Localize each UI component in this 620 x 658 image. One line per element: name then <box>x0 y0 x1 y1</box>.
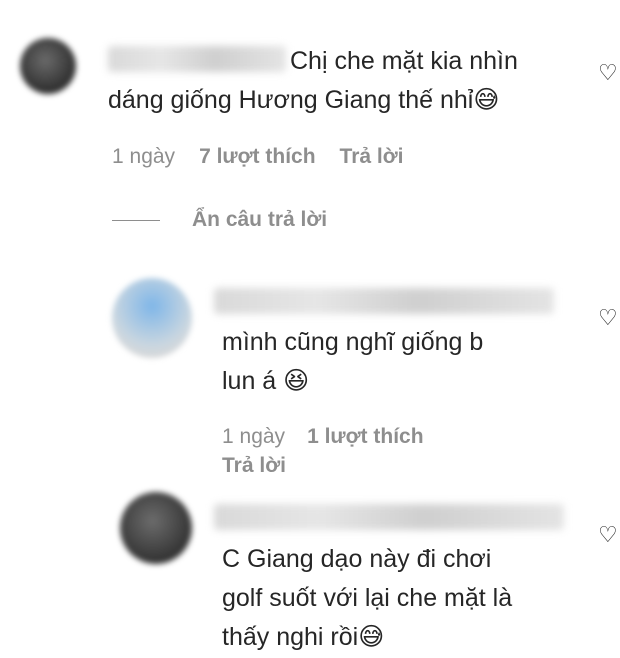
username-blurred[interactable] <box>214 504 564 530</box>
username-blurred[interactable] <box>214 288 554 314</box>
heart-outline-icon[interactable]: ♡ <box>598 522 618 548</box>
comment-text: mình cũng nghĩ giống b lun á 😆 <box>222 328 484 395</box>
hide-replies-toggle[interactable]: Ẩn câu trả lời <box>112 208 327 232</box>
heart-outline-icon[interactable]: ♡ <box>598 60 618 86</box>
comment-text: C Giang dạo này đi chơi golf suốt với lạ… <box>222 545 513 651</box>
avatar[interactable] <box>120 492 192 564</box>
comment-time: 1 ngày <box>112 145 176 168</box>
reply-button[interactable]: Trả lời <box>222 454 286 478</box>
avatar[interactable] <box>112 278 192 358</box>
divider-line <box>112 219 160 221</box>
comment-meta: 1 ngày 7 lượt thích Trả lời <box>112 145 404 169</box>
avatar[interactable] <box>20 38 76 94</box>
reply-button[interactable]: Trả lời <box>340 145 404 169</box>
comment-time: 1 ngày <box>222 425 286 448</box>
heart-outline-icon[interactable]: ♡ <box>598 305 618 331</box>
hide-replies-label[interactable]: Ẩn câu trả lời <box>192 208 327 232</box>
comment-likes[interactable]: 1 lượt thích <box>307 425 423 449</box>
comment-text: Chị che mặt kia nhìn dáng giống Hương Gi… <box>108 47 518 114</box>
comment-likes[interactable]: 7 lượt thích <box>199 145 315 169</box>
comment-meta: 1 ngày 1 lượt thích <box>222 425 424 449</box>
